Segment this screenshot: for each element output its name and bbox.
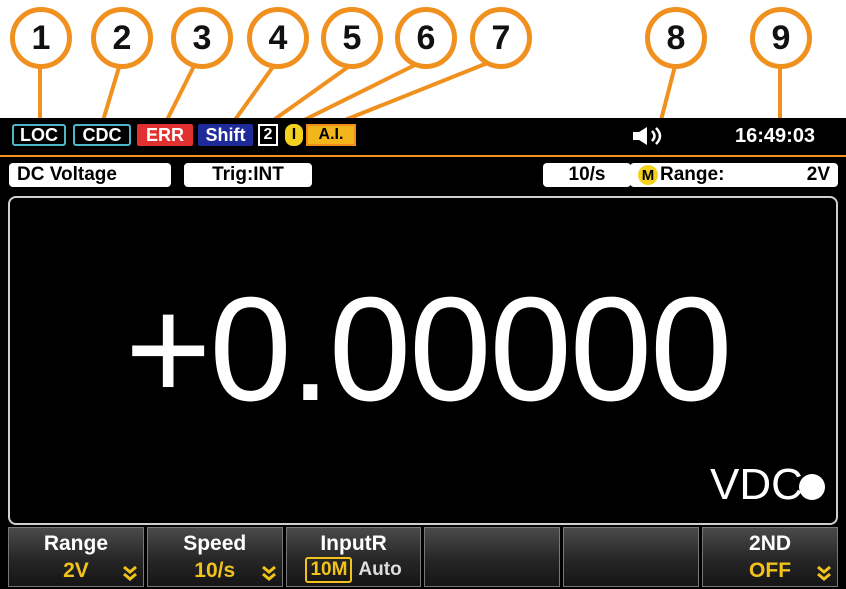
second-display-indicator: 2 [258,124,278,146]
clock-time: 16:49:03 [735,125,816,147]
status-divider [0,155,846,157]
status-bar: LOC CDC ERR Shift 2 I A.I. 16:49:03 [0,118,846,152]
callout-2: 2 [91,7,153,69]
trigger-label: Trig:INT [184,163,312,187]
speaker-icon [633,127,662,145]
interface-indicator: I [285,124,303,146]
softkey-inputr[interactable]: InputR 10M Auto [285,527,422,587]
callout-1: 1 [10,7,72,69]
range-label: Range: [660,164,725,185]
auto-input-indicator: A.I. [306,124,356,146]
measurement-reading: +0.00000 [125,267,732,432]
softkey-label: Range [43,532,108,555]
callout-7: 7 [470,7,532,69]
softkey-blank-5[interactable] [563,527,700,587]
callout-8: 8 [645,7,707,69]
option: Auto [358,559,402,580]
softkey-range[interactable]: Range 2V [8,527,144,587]
range-indicator: M Range: 2V [630,163,838,187]
softkey-bar: Range 2V Speed 10/s InputR 10M Auto 2ND … [8,527,838,589]
softkey-speed[interactable]: Speed 10/s [146,527,283,587]
callout-5: 5 [321,7,383,69]
function-label: DC Voltage [9,163,171,187]
softkey-label: InputR [320,532,387,555]
softkey-label: 2ND [749,532,792,555]
cdc-indicator: CDC [73,124,131,146]
callout-4: 4 [247,7,309,69]
range-value: 2V [806,164,830,185]
loc-indicator: LOC [12,124,66,146]
double-chevron-down-icon [261,565,276,581]
error-indicator: ERR [137,124,193,146]
callout-6: 6 [395,7,457,69]
manual-range-icon: M [638,165,658,185]
meter-screen: LOC CDC ERR Shift 2 I A.I. 16:49:03 DC V… [0,118,846,589]
callout-3: 3 [171,7,233,69]
shift-indicator: Shift [198,124,253,146]
info-bar: DC Voltage Trig:INT 10/s M Range: 2V [0,159,846,191]
double-chevron-down-icon [817,565,831,581]
main-display: +0.00000 VDC [8,196,838,525]
softkey-blank-4[interactable] [424,527,561,587]
sampling-dot-icon [799,474,825,500]
softkey-options: 10M Auto [287,557,421,583]
option-selected: 10M [305,557,353,583]
rate-label: 10/s [543,163,631,187]
measurement-unit: VDC [710,460,803,509]
softkey-2nd[interactable]: 2ND OFF [702,527,838,587]
softkey-label: Speed [183,532,247,555]
callout-9: 9 [750,7,812,69]
double-chevron-down-icon [122,565,137,581]
